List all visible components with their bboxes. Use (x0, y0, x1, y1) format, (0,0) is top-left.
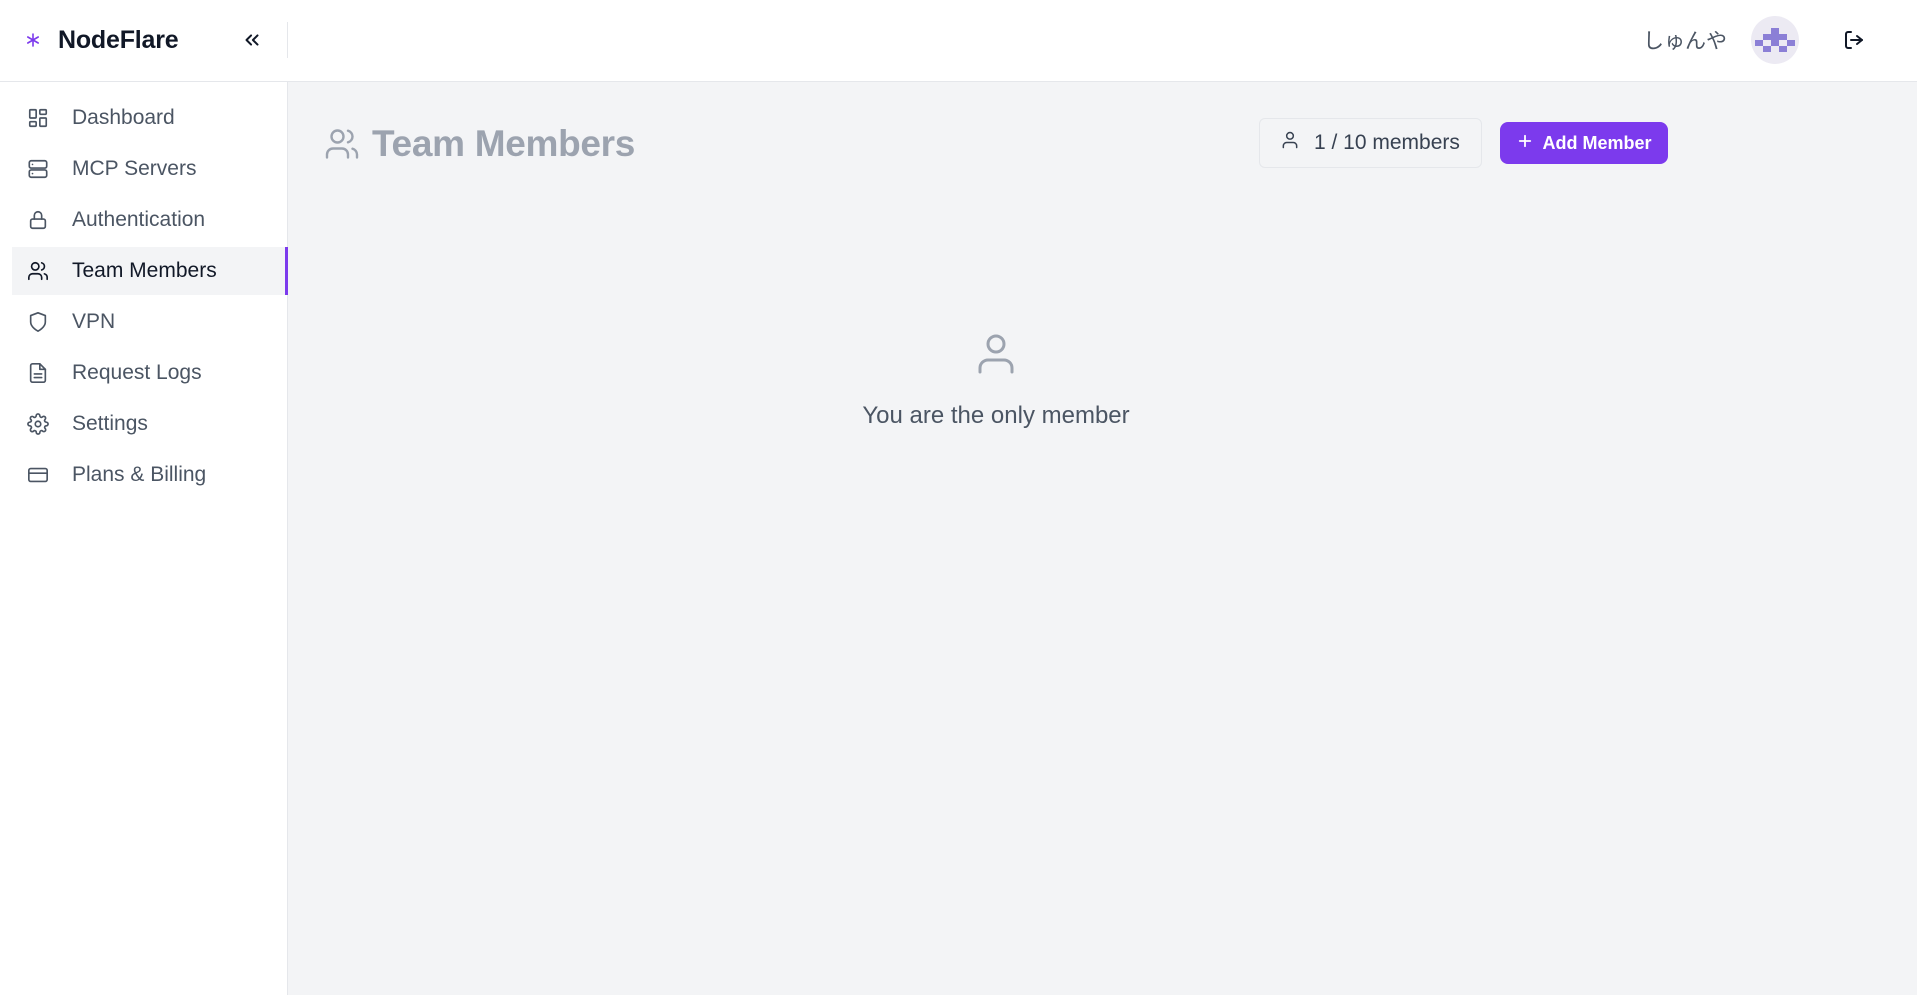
brand-name: NodeFlare (58, 25, 179, 54)
credit-card-icon (26, 463, 50, 487)
header-divider (287, 22, 288, 58)
sidebar: Dashboard MCP Servers Authentication Tea… (0, 82, 288, 995)
sidebar-item-label: MCP Servers (72, 157, 197, 180)
collapse-sidebar-button[interactable] (236, 24, 268, 56)
add-member-button[interactable]: Add Member (1500, 122, 1668, 164)
sidebar-item-label: Request Logs (72, 361, 202, 384)
add-member-label: Add Member (1542, 132, 1652, 153)
logout-button[interactable] (1838, 24, 1870, 56)
sidebar-item-mcp-servers[interactable]: MCP Servers (12, 145, 288, 193)
page-title-text: Team Members (372, 123, 636, 164)
sidebar-item-authentication[interactable]: Authentication (12, 196, 288, 244)
sidebar-item-label: Settings (72, 412, 148, 435)
sidebar-item-label: Dashboard (72, 106, 175, 129)
sidebar-nav: Dashboard MCP Servers Authentication Tea… (12, 94, 288, 502)
chevrons-left-icon (245, 34, 259, 46)
sidebar-item-request-logs[interactable]: Request Logs (12, 349, 288, 397)
empty-state: You are the only member (600, 330, 1392, 430)
brand[interactable]: NodeFlare (24, 0, 179, 80)
gear-icon (26, 412, 50, 436)
log-out-icon (1845, 31, 1863, 49)
sidebar-item-label: VPN (72, 310, 116, 333)
avatar[interactable] (1751, 16, 1799, 64)
empty-state-message: You are the only member (862, 402, 1130, 429)
sidebar-item-team-members[interactable]: Team Members (12, 247, 288, 295)
plus-icon (1516, 132, 1534, 155)
user-icon (1280, 130, 1300, 156)
dashboard-icon (26, 106, 50, 130)
member-count-text: 1 / 10 members (1314, 131, 1460, 154)
sidebar-item-vpn[interactable]: VPN (12, 298, 288, 346)
shield-icon (26, 310, 50, 334)
sidebar-item-settings[interactable]: Settings (12, 400, 288, 448)
sidebar-item-plans-billing[interactable]: Plans & Billing (12, 451, 288, 499)
file-text-icon (26, 361, 50, 385)
brand-logo-icon (24, 31, 42, 49)
sidebar-item-label: Authentication (72, 208, 206, 231)
users-icon (324, 126, 360, 162)
server-icon (26, 157, 50, 181)
top-header: NodeFlare しゅんや (0, 0, 1917, 82)
member-count-badge: 1 / 10 members (1259, 118, 1482, 168)
identicon-icon (1755, 28, 1795, 52)
sidebar-item-dashboard[interactable]: Dashboard (12, 94, 288, 142)
page-title: Team Members (324, 118, 635, 170)
user-icon (978, 334, 1014, 374)
user-name: しゅんや (1643, 30, 1727, 53)
sidebar-item-label: Team Members (72, 259, 217, 282)
lock-icon (26, 208, 50, 232)
sidebar-item-label: Plans & Billing (72, 463, 207, 486)
users-icon (26, 259, 50, 283)
